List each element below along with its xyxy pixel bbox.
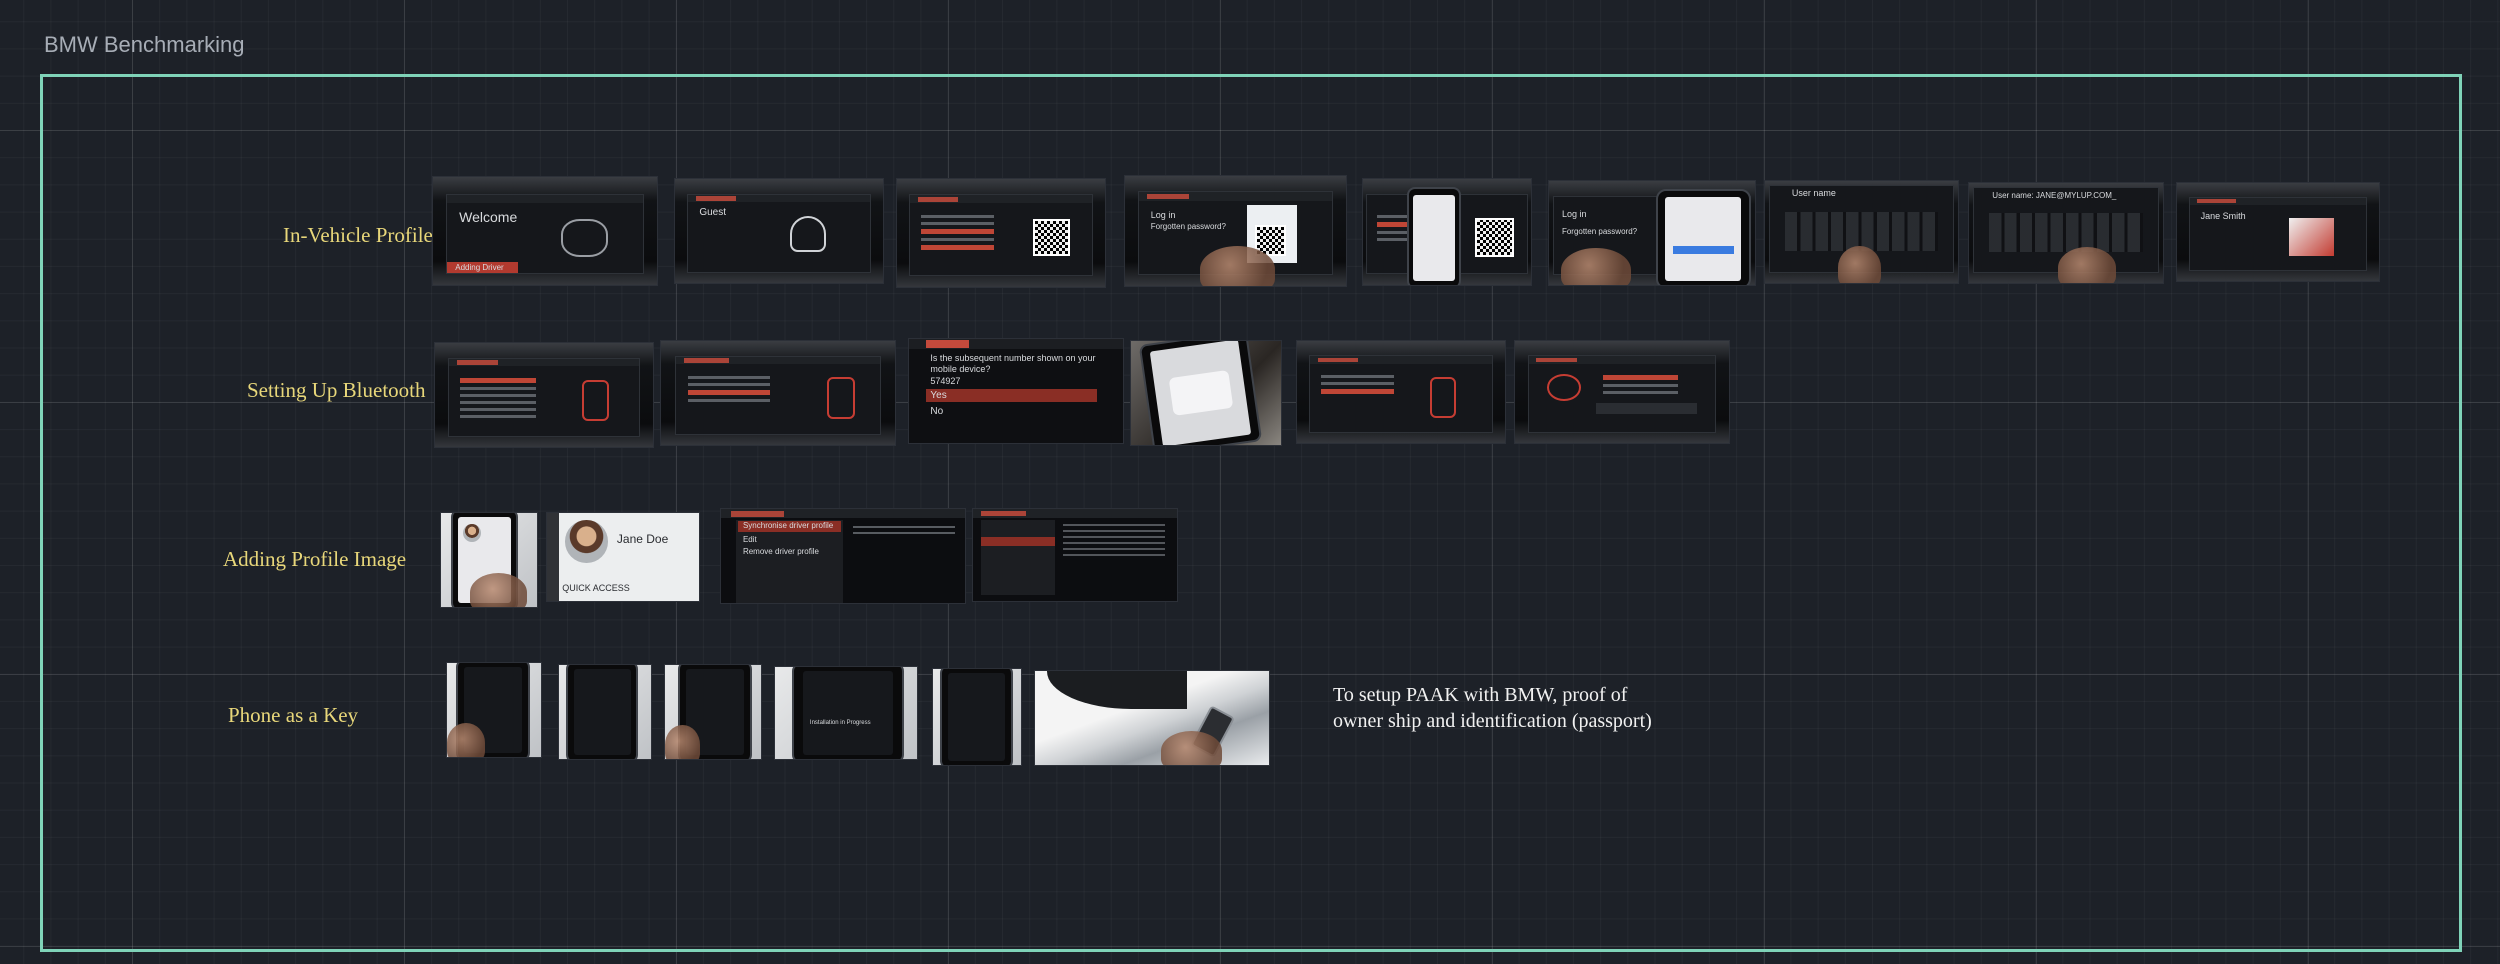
jane-doe-text: Jane Doe bbox=[616, 532, 669, 547]
hand-image bbox=[2058, 247, 2117, 283]
screenshot-phone-login[interactable] bbox=[1362, 178, 1532, 286]
phone-image bbox=[566, 665, 639, 759]
quick-access-text: QUICK ACCESS bbox=[562, 583, 630, 594]
user-name-text: User name bbox=[1791, 187, 1836, 198]
guest-text: Guest bbox=[699, 206, 727, 218]
phone-bluetooth-icon bbox=[581, 380, 609, 422]
screenshot-key-phone-3[interactable] bbox=[664, 664, 762, 760]
screenshot-keyboard-filled[interactable]: User name: JANE@MYLUP.COM_ bbox=[1968, 182, 2164, 284]
pairing-dialog bbox=[1168, 369, 1233, 417]
screenshot-key-phone-1[interactable] bbox=[446, 662, 542, 758]
screenshot-bt-settings[interactable] bbox=[1514, 340, 1730, 444]
qr-code-icon bbox=[1474, 218, 1514, 258]
hand-image bbox=[447, 723, 485, 757]
qr-code-icon bbox=[1033, 219, 1070, 256]
profile-name-text: Jane Smith bbox=[2200, 210, 2246, 221]
phone-image: Installation in Progress bbox=[792, 667, 904, 759]
phone-bluetooth-icon bbox=[826, 376, 856, 420]
hand-image bbox=[1161, 731, 1223, 765]
user-name-filled-text: User name: JANE@MYLUP.COM_ bbox=[1992, 190, 2117, 200]
keyboard[interactable] bbox=[1988, 213, 2144, 252]
screenshot-guest[interactable]: Guest bbox=[674, 178, 884, 284]
paak-note: To setup PAAK with BMW, proof of owner s… bbox=[1333, 684, 1652, 732]
no-option[interactable]: No bbox=[930, 406, 943, 417]
sync-description-lines bbox=[852, 525, 956, 545]
bt-question-text: Is the subsequent number shown on your m… bbox=[930, 352, 1096, 374]
screenshot-bt-phone-pairing[interactable] bbox=[1130, 340, 1282, 446]
profile-photo bbox=[2288, 218, 2335, 256]
screenshot-welcome[interactable]: Welcome Adding Driver bbox=[432, 176, 658, 286]
gear-icon bbox=[1547, 374, 1582, 402]
screenshot-phone-profile[interactable] bbox=[440, 512, 538, 608]
hand-image bbox=[665, 725, 700, 759]
row-label-phone-as-a-key: Phone as a Key bbox=[228, 703, 359, 727]
screenshot-quick-access[interactable]: Jane Doe QUICK ACCESS bbox=[546, 512, 700, 602]
login-text: Log in bbox=[1150, 210, 1176, 221]
screenshot-sync-menu[interactable]: Synchronise driver profile Edit Remove d… bbox=[720, 508, 966, 604]
screenshot-key-phone-4[interactable] bbox=[932, 668, 1022, 766]
remove-driver-profile-option[interactable]: Remove driver profile bbox=[743, 547, 819, 556]
hand-image bbox=[1200, 246, 1276, 286]
screenshot-phone-login-2[interactable]: Log in Forgotten password? bbox=[1548, 180, 1756, 286]
screenshot-sync-detail[interactable] bbox=[972, 508, 1178, 602]
screenshot-login-hand[interactable]: Log in Forgotten password? bbox=[1124, 175, 1347, 287]
person-icon bbox=[789, 216, 827, 253]
phone-image bbox=[940, 669, 1013, 765]
phone-image bbox=[1138, 341, 1263, 445]
screenshot-key-phone-2[interactable] bbox=[558, 664, 652, 760]
row-label-setting-up-bluetooth: Setting Up Bluetooth bbox=[247, 378, 426, 402]
welcome-text: Welcome bbox=[459, 209, 518, 226]
login-text: Log in bbox=[1561, 208, 1587, 219]
hand-image bbox=[1838, 246, 1881, 283]
screenshot-bt-connected[interactable] bbox=[1296, 340, 1506, 444]
installation-text: Installation in Progress bbox=[809, 719, 871, 726]
phone-bluetooth-icon bbox=[1429, 377, 1456, 418]
adding-driver-text: Adding Driver bbox=[455, 263, 504, 273]
sync-driver-profile-option[interactable]: Synchronise driver profile bbox=[743, 521, 833, 530]
forgotten-password-text: Forgotten password? bbox=[1150, 221, 1226, 231]
yes-option[interactable]: Yes bbox=[930, 390, 946, 401]
avatar bbox=[565, 520, 608, 563]
car-seat-icon bbox=[560, 218, 608, 257]
row-label-in-vehicle-profile: In-Vehicle Profile bbox=[283, 223, 433, 247]
sync-description-lines bbox=[1062, 523, 1165, 557]
yes-option-highlight[interactable] bbox=[926, 388, 1098, 403]
row-label-adding-profile-image: Adding Profile Image bbox=[223, 547, 407, 571]
edit-option[interactable]: Edit bbox=[743, 535, 757, 544]
screenshot-bt-menu[interactable] bbox=[434, 342, 654, 448]
screenshot-key-installation[interactable]: Installation in Progress bbox=[774, 666, 918, 760]
screenshot-keyboard[interactable]: User name bbox=[1764, 180, 1959, 284]
phone-image bbox=[1406, 187, 1462, 285]
hand-image bbox=[469, 573, 528, 607]
screenshot-bt-confirm[interactable]: Is the subsequent number shown on your m… bbox=[908, 338, 1124, 444]
forgotten-password-text: Forgotten password? bbox=[1561, 227, 1638, 237]
phone-image bbox=[1656, 189, 1751, 285]
avatar bbox=[462, 523, 482, 543]
board-title: BMW Benchmarking bbox=[44, 32, 245, 57]
screenshot-key-car-door[interactable] bbox=[1034, 670, 1270, 766]
screenshot-login-qr[interactable] bbox=[896, 178, 1106, 288]
bt-number-text: 574927 bbox=[930, 376, 961, 387]
screenshot-bt-searching[interactable] bbox=[660, 340, 896, 446]
screenshot-profile-jane[interactable]: Jane Smith bbox=[2176, 182, 2380, 282]
